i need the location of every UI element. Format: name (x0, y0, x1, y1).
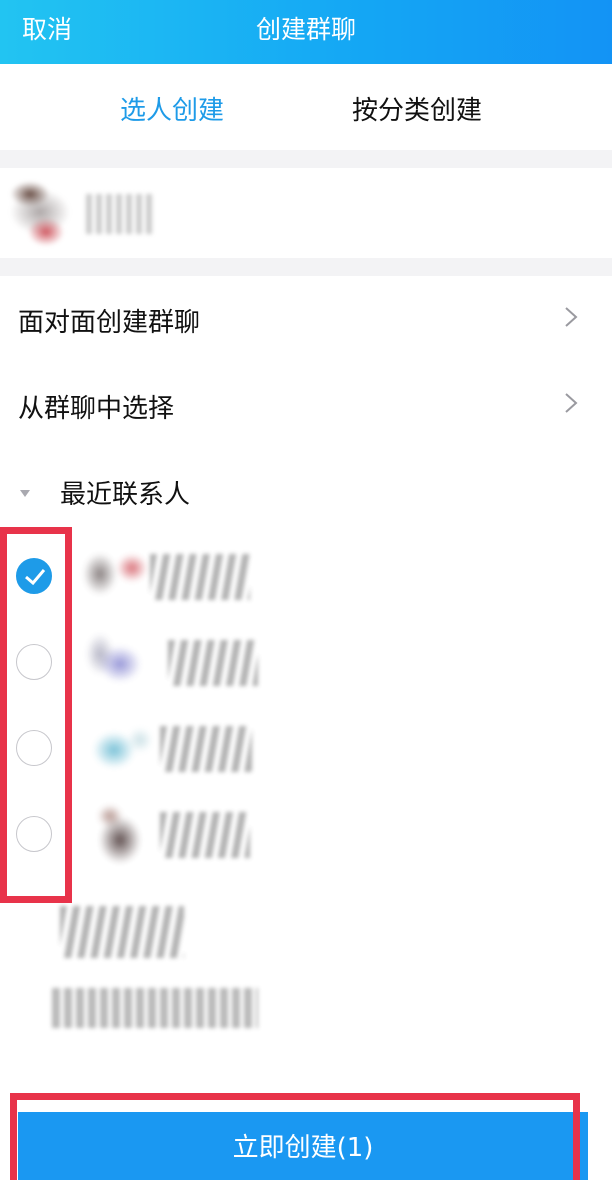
tab-select-people[interactable]: 选人创建 (120, 90, 224, 127)
contact-row[interactable] (0, 892, 612, 978)
contact-name (160, 726, 252, 772)
contact-name (60, 906, 184, 958)
contact-name (150, 554, 250, 600)
tab-bar: 选人创建 按分类创建 (0, 64, 612, 192)
selected-member-name (86, 194, 156, 234)
unchecked-checkbox[interactable] (16, 730, 52, 766)
divider (0, 258, 612, 276)
top-bar: 取消 创建群聊 (0, 0, 612, 64)
avatar (80, 538, 160, 616)
unchecked-checkbox[interactable] (16, 644, 52, 680)
triangle-down-icon (20, 490, 30, 497)
contact-row[interactable] (0, 792, 612, 878)
recent-contacts-header[interactable]: 最近联系人 (0, 452, 612, 532)
selected-members-strip[interactable] (0, 168, 612, 258)
avatar (80, 710, 160, 788)
face-to-face-create-label: 面对面创建群聊 (18, 308, 201, 338)
chevron-right-icon (565, 307, 578, 327)
avatar (80, 624, 160, 702)
checkmark-icon (25, 569, 46, 586)
tab-by-category[interactable]: 按分类创建 (352, 90, 482, 127)
selected-member-avatar[interactable] (0, 172, 82, 252)
contact-row[interactable] (0, 534, 612, 620)
contact-row[interactable] (0, 620, 612, 706)
chevron-right-icon (565, 393, 578, 413)
select-from-group-row[interactable]: 从群聊中选择 (0, 362, 612, 448)
contact-name (160, 812, 250, 858)
select-from-group-label: 从群聊中选择 (18, 394, 175, 424)
avatar (80, 796, 160, 874)
unchecked-checkbox[interactable] (16, 816, 52, 852)
contact-name (168, 640, 258, 686)
contact-name (52, 988, 258, 1028)
divider (0, 150, 612, 168)
recent-contacts-label: 最近联系人 (60, 480, 191, 510)
page-title: 创建群聊 (255, 15, 356, 44)
contact-row[interactable] (0, 706, 612, 792)
face-to-face-create-row[interactable]: 面对面创建群聊 (0, 276, 612, 362)
checked-checkbox[interactable] (16, 558, 52, 594)
create-now-button[interactable]: 立即创建(1) (18, 1112, 588, 1180)
contact-row[interactable] (0, 978, 612, 1064)
